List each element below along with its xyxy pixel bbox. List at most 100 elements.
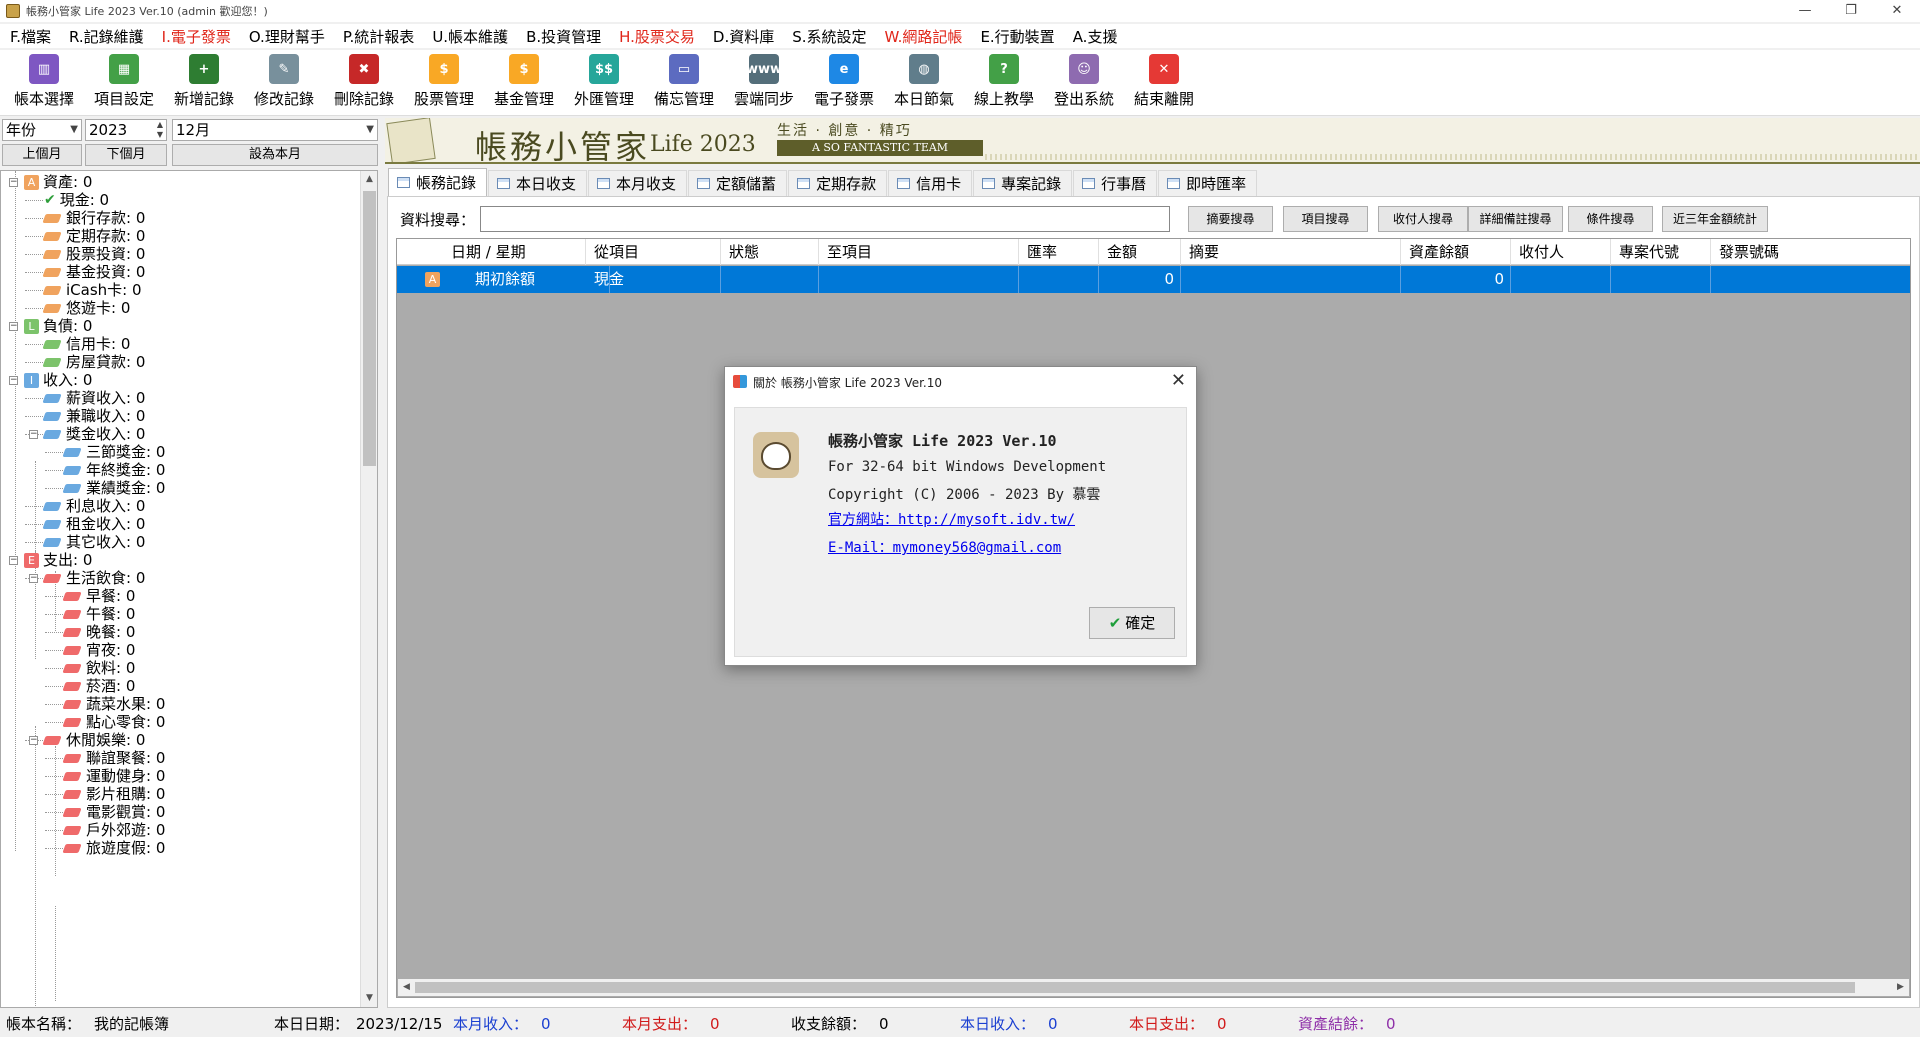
table-cell[interactable] — [1711, 266, 1910, 293]
menu-item-2[interactable]: I.電子發票 — [162, 26, 231, 47]
menu-item-6[interactable]: B.投資管理 — [526, 26, 601, 47]
tab-4[interactable]: 定期存款 — [788, 170, 888, 196]
toolbar-label: 結束離開 — [1133, 90, 1194, 108]
spin-arrows-icon[interactable]: ▲ ▼ — [157, 120, 163, 140]
email-link[interactable]: E-Mail：mymoney568@gmail.com — [828, 537, 1061, 557]
column-header[interactable]: 專案代號 — [1611, 239, 1711, 265]
toolbar-button-8[interactable]: ▭ 備忘管理 — [644, 50, 724, 116]
column-header[interactable]: 摘要 — [1181, 239, 1401, 265]
column-header[interactable]: 收付人 — [1511, 239, 1611, 265]
month-select[interactable]: 12月 ▼ — [172, 119, 378, 141]
toolbar-button-6[interactable]: $ 基金管理 — [484, 50, 564, 116]
dialog-copyright: Copyright (C) 2006 - 2023 By 慕雲 — [828, 487, 1101, 503]
tag-icon — [42, 285, 62, 295]
tree-node[interactable]: 旅遊度假: 0 — [62, 837, 165, 859]
table-cell[interactable] — [1511, 266, 1611, 293]
toolbar-button-2[interactable]: + 新增記錄 — [164, 50, 244, 116]
table-cell[interactable]: 現金 — [586, 266, 721, 293]
tab-1[interactable]: 本日收支 — [488, 170, 588, 196]
menu-item-11[interactable]: E.行動裝置 — [980, 26, 1054, 47]
column-header[interactable]: 發票號碼 — [1711, 239, 1910, 265]
menu-item-1[interactable]: R.記錄維護 — [69, 26, 144, 47]
toolbar-button-9[interactable]: www 雲端同步 — [724, 50, 804, 116]
menu-item-0[interactable]: F.檔案 — [10, 26, 51, 47]
toolbar-button-0[interactable]: ▥ 帳本選擇 — [4, 50, 84, 116]
search-button-4[interactable]: 條件搜尋 — [1568, 206, 1653, 232]
close-icon[interactable]: ✕ — [1171, 370, 1186, 391]
expand-toggle-icon[interactable]: − — [9, 376, 18, 385]
toolbar-button-14[interactable]: ✕ 結束離開 — [1124, 50, 1204, 116]
toolbar-button-3[interactable]: ✎ 修改記錄 — [244, 50, 324, 116]
table-cell[interactable] — [1181, 266, 1401, 293]
ok-button[interactable]: ✔ 確定 — [1089, 607, 1175, 639]
column-header[interactable]: 資產餘額 — [1401, 239, 1511, 265]
search-button-5[interactable]: 近三年金額統計 — [1662, 206, 1768, 232]
toolbar-button-13[interactable]: ☺ 登出系統 — [1044, 50, 1124, 116]
expand-toggle-icon[interactable]: − — [9, 178, 18, 187]
expand-toggle-icon[interactable]: − — [9, 322, 18, 331]
column-header[interactable]: 日期 / 星期 — [443, 239, 586, 265]
toolbar-button-4[interactable]: ✖ 刪除記錄 — [324, 50, 404, 116]
scroll-up-icon[interactable]: ▲ — [361, 171, 377, 188]
toolbar-button-7[interactable]: $$ 外匯管理 — [564, 50, 644, 116]
next-month-button[interactable]: 下個月 — [85, 144, 167, 166]
scroll-right-icon[interactable]: ▶ — [1892, 979, 1909, 996]
table-cell[interactable] — [1019, 266, 1099, 293]
search-button-2[interactable]: 收付人搜尋 — [1378, 206, 1468, 232]
tab-6[interactable]: 專案記錄 — [973, 170, 1073, 196]
search-button-1[interactable]: 項目搜尋 — [1283, 206, 1368, 232]
column-header[interactable]: 至項目 — [819, 239, 1019, 265]
table-cell[interactable] — [819, 266, 1019, 293]
menu-item-12[interactable]: A.支援 — [1073, 26, 1118, 47]
scroll-down-icon[interactable]: ▼ — [361, 990, 377, 1007]
expand-toggle-icon[interactable]: − — [9, 556, 18, 565]
menu-item-4[interactable]: P.統計報表 — [343, 26, 414, 47]
this-month-button[interactable]: 設為本月 — [172, 144, 378, 166]
search-input[interactable] — [480, 206, 1170, 232]
expand-toggle-icon[interactable]: − — [29, 574, 38, 583]
search-button-0[interactable]: 摘要搜尋 — [1188, 206, 1273, 232]
expand-toggle-icon[interactable]: − — [29, 430, 38, 439]
tab-5[interactable]: 信用卡 — [888, 170, 973, 196]
tab-0[interactable]: 帳務記錄 — [388, 168, 488, 196]
menu-item-3[interactable]: O.理財幫手 — [249, 26, 325, 47]
grid-hscrollbar[interactable]: ◀ ▶ — [398, 979, 1909, 996]
table-row[interactable]: 期初餘額 現金 0 0 A — [397, 266, 1910, 293]
column-header[interactable]: 金額 — [1099, 239, 1181, 265]
toolbar-button-1[interactable]: ▦ 項目設定 — [84, 50, 164, 116]
toolbar-button-12[interactable]: ? 線上教學 — [964, 50, 1044, 116]
menu-item-9[interactable]: S.系統設定 — [792, 26, 866, 47]
hscroll-thumb[interactable] — [415, 982, 1855, 993]
toolbar-button-5[interactable]: $ 股票管理 — [404, 50, 484, 116]
tab-2[interactable]: 本月收支 — [588, 170, 688, 196]
expand-toggle-icon[interactable]: − — [29, 736, 38, 745]
table-cell[interactable]: 0 — [1099, 266, 1181, 293]
scroll-left-icon[interactable]: ◀ — [398, 979, 415, 996]
menu-item-5[interactable]: U.帳本維護 — [432, 26, 508, 47]
menu-item-8[interactable]: D.資料庫 — [713, 26, 774, 47]
period-type-select[interactable]: 年份 ▼ — [2, 119, 82, 141]
account-tree[interactable]: ▲ ▼ A 資產: 0− ✔ 現金: 0 銀行存款: 0 定期存款: 0 股票投資: 0 基金… — [0, 170, 378, 1008]
close-window-button[interactable]: ✕ — [1874, 0, 1920, 22]
toolbar-button-10[interactable]: e 電子發票 — [804, 50, 884, 116]
toolbar-button-11[interactable]: ◍ 本日節氣 — [884, 50, 964, 116]
column-header[interactable]: 匯率 — [1019, 239, 1099, 265]
table-cell[interactable] — [721, 266, 819, 293]
menu-item-10[interactable]: W.網路記帳 — [885, 26, 963, 47]
table-cell[interactable] — [1611, 266, 1711, 293]
column-header[interactable]: 從項目 — [586, 239, 721, 265]
website-link[interactable]: 官方網站：http://mysoft.idv.tw/ — [828, 509, 1075, 529]
menu-item-7[interactable]: H.股票交易 — [619, 26, 695, 47]
minimize-button[interactable]: — — [1782, 0, 1828, 22]
restore-button[interactable]: ❐ — [1828, 0, 1874, 22]
year-stepper[interactable]: 2023 ▲ ▼ — [85, 119, 167, 141]
scroll-thumb[interactable] — [363, 191, 376, 466]
search-button-3[interactable]: 詳細備註搜尋 — [1468, 206, 1563, 232]
tab-7[interactable]: 行事曆 — [1073, 170, 1158, 196]
column-header[interactable]: 狀態 — [721, 239, 819, 265]
tab-3[interactable]: 定額儲蓄 — [688, 170, 788, 196]
prev-month-button[interactable]: 上個月 — [2, 144, 82, 166]
table-cell[interactable]: 0 — [1401, 266, 1511, 293]
tab-8[interactable]: 即時匯率 — [1158, 170, 1258, 196]
tree-scrollbar[interactable]: ▲ ▼ — [360, 171, 377, 1007]
